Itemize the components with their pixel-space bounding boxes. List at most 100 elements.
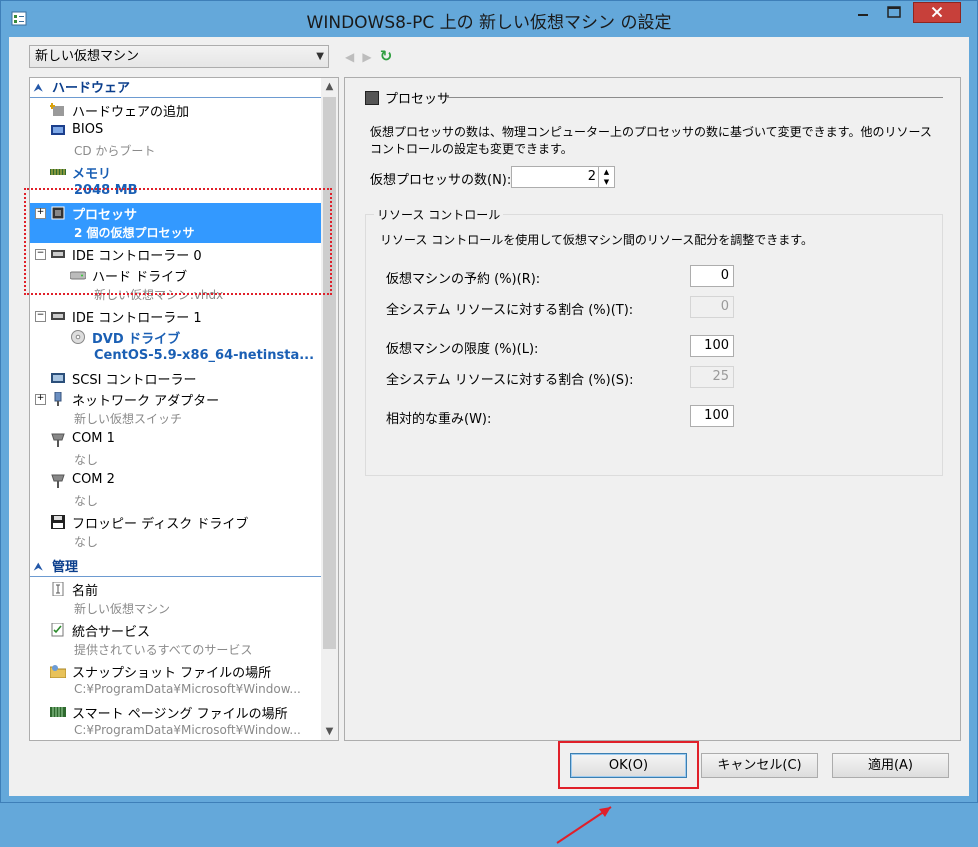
minimize-icon[interactable]: [849, 2, 877, 23]
tree-item-label: IDE コントローラー 0: [72, 249, 202, 264]
scroll-down-icon[interactable]: ▼: [321, 723, 338, 740]
group-description: リソース コントロールを使用して仮想マシン間のリソース配分を調整できます。: [380, 233, 814, 247]
group-title: リソース コントロール: [374, 206, 504, 223]
tree-item-ide0[interactable]: − IDE コントローラー 0: [30, 244, 321, 264]
tree-item-value: 新しい仮想スイッチ: [74, 412, 183, 426]
reserve-field[interactable]: 0: [690, 265, 734, 287]
collapse-icon[interactable]: −: [35, 311, 46, 322]
panel-header: プロセッサ: [365, 88, 450, 107]
scroll-thumb[interactable]: [323, 97, 336, 649]
window-title: WINDOWS8-PC 上の 新しい仮想マシン の設定: [306, 13, 672, 33]
weight-field[interactable]: 100: [690, 405, 734, 427]
vm-select-value: 新しい仮想マシン: [35, 49, 140, 64]
reserve-label: 仮想マシンの予約 (%)(R):: [386, 272, 541, 287]
apply-button[interactable]: 適用(A): [832, 753, 949, 778]
hardware-section-header[interactable]: ⮝ ハードウェア: [30, 80, 321, 98]
bios-icon: [51, 125, 65, 135]
tree-item-hard-drive[interactable]: ハード ドライブ 新しい仮想マシン.vhdx: [30, 265, 321, 305]
tree-item-label: IDE コントローラー 1: [72, 311, 202, 326]
tree-item-scsi[interactable]: SCSI コントローラー: [30, 368, 321, 388]
tree-item-memory[interactable]: メモリ 2048 MB: [30, 162, 321, 202]
tree-item-snapshot-location[interactable]: スナップショット ファイルの場所 C:¥ProgramData¥Microsof…: [30, 661, 321, 701]
collapse-icon: ⮝: [34, 562, 43, 573]
settings-tree: ⮝ ハードウェア ハードウェアの追加 BIOS CD からブート メモリ 204…: [29, 77, 339, 741]
cpu-count-label: 仮想プロセッサの数(N):: [370, 173, 512, 188]
spin-up-icon[interactable]: ▲: [599, 167, 614, 177]
tree-item-floppy[interactable]: フロッピー ディスク ドライブ なし: [30, 512, 321, 552]
tree-item-network-adapter[interactable]: + ネットワーク アダプター 新しい仮想スイッチ: [30, 389, 321, 429]
tree-scrollbar[interactable]: ▲ ▼: [321, 78, 338, 740]
tree-item-value: 提供されているすべてのサービス: [74, 643, 253, 657]
tree-item-label: プロセッサ: [72, 208, 138, 223]
hardware-section-label: ハードウェア: [52, 81, 131, 96]
reserve-total-label: 全システム リソースに対する割合 (%)(T):: [386, 303, 634, 318]
expand-icon[interactable]: +: [35, 208, 46, 219]
management-section-label: 管理: [52, 560, 79, 575]
tree-item-dvd-drive[interactable]: DVD ドライブ CentOS-5.9-x86_64-netinsta...: [30, 327, 321, 367]
tree-item-value: 新しい仮想マシン.vhdx: [94, 288, 224, 302]
title-bar[interactable]: WINDOWS8-PC 上の 新しい仮想マシン の設定: [1, 1, 977, 37]
spinner-arrows[interactable]: ▲ ▼: [598, 167, 614, 187]
back-icon[interactable]: ◀: [345, 50, 354, 64]
limit-field[interactable]: 100: [690, 335, 734, 357]
tree-item-label: フロッピー ディスク ドライブ: [72, 517, 249, 532]
processor-icon: [51, 206, 65, 220]
tree-item-value: なし: [74, 535, 99, 549]
collapse-icon: ⮝: [34, 83, 43, 94]
com-port-icon: [51, 474, 65, 488]
chevron-down-icon: ▼: [316, 51, 324, 62]
ok-button[interactable]: OK(O): [570, 753, 687, 778]
tree-item-bios[interactable]: BIOS CD からブート: [30, 121, 321, 161]
spin-down-icon[interactable]: ▼: [599, 177, 614, 187]
ide-controller-icon: [51, 312, 65, 320]
weight-label: 相対的な重み(W):: [386, 412, 492, 427]
tree-item-integration-services[interactable]: 統合サービス 提供されているすべてのサービス: [30, 620, 321, 660]
forward-icon[interactable]: ▶: [362, 50, 371, 64]
tree-item-value: なし: [74, 453, 99, 467]
annotation-arrow-icon: [556, 806, 612, 844]
tree-item-value: 新しい仮想マシン: [74, 602, 171, 616]
reserve-total-field: 0: [690, 296, 734, 318]
tree-item-value: C:¥ProgramData¥Microsoft¥Window...: [74, 723, 301, 737]
hard-drive-icon: [70, 271, 86, 280]
vm-select-dropdown[interactable]: 新しい仮想マシン ▼: [29, 45, 329, 68]
management-section-header[interactable]: ⮝ 管理: [30, 559, 321, 577]
dvd-drive-icon: [71, 330, 85, 344]
close-icon[interactable]: [913, 2, 961, 23]
tree-item-label: メモリ: [72, 167, 112, 182]
tree-item-com2[interactable]: COM 2 なし: [30, 471, 321, 511]
expand-icon[interactable]: +: [35, 394, 46, 405]
collapse-icon[interactable]: −: [35, 249, 46, 260]
tree-item-value: 2048 MB: [74, 183, 138, 198]
scroll-up-icon[interactable]: ▲: [321, 78, 338, 95]
cancel-button[interactable]: キャンセル(C): [701, 753, 818, 778]
ide-controller-icon: [51, 250, 65, 258]
tree-item-com1[interactable]: COM 1 なし: [30, 430, 321, 470]
tree-item-label: BIOS: [72, 122, 104, 137]
tree-item-value: CD からブート: [74, 144, 156, 158]
tree-item-label: スナップショット ファイルの場所: [72, 666, 272, 681]
tree-item-ide1[interactable]: − IDE コントローラー 1: [30, 306, 321, 326]
maximize-icon[interactable]: [879, 2, 909, 23]
tree-item-label: ハード ドライブ: [92, 270, 188, 285]
cpu-count-spinner[interactable]: 2 ▲ ▼: [511, 166, 615, 188]
network-adapter-icon: [54, 392, 62, 406]
dialog-client: 新しい仮想マシン ▼ ◀ ▶ ↻ ⮝ ハードウェア ハードウェアの追加 BIOS…: [9, 37, 969, 844]
add-hardware-icon: [50, 103, 64, 116]
tree-item-add-hardware[interactable]: ハードウェアの追加: [30, 100, 321, 120]
tree-item-smart-paging-location[interactable]: スマート ページング ファイルの場所 C:¥ProgramData¥Micros…: [30, 702, 321, 740]
refresh-icon[interactable]: ↻: [380, 47, 393, 65]
settings-window: WINDOWS8-PC 上の 新しい仮想マシン の設定 新しい仮想マシン ▼ ◀…: [0, 0, 978, 844]
tree-item-name[interactable]: 名前 新しい仮想マシン: [30, 579, 321, 619]
header-divider: [447, 97, 943, 98]
com-port-icon: [51, 433, 65, 447]
smart-paging-icon: [50, 707, 66, 717]
floppy-disk-icon: [51, 515, 65, 529]
tree-item-value: CentOS-5.9-x86_64-netinsta...: [94, 348, 315, 363]
tree-item-processor[interactable]: + プロセッサ 2 個の仮想プロセッサ: [30, 203, 321, 243]
panel-description: 仮想プロセッサの数は、物理コンピューター上のプロセッサの数に基づいて変更できます…: [370, 125, 932, 156]
cpu-count-value: 2: [587, 169, 596, 184]
tree-item-label: COM 2: [72, 472, 115, 487]
limit-label: 仮想マシンの限度 (%)(L):: [386, 342, 539, 357]
memory-icon: [50, 169, 66, 175]
